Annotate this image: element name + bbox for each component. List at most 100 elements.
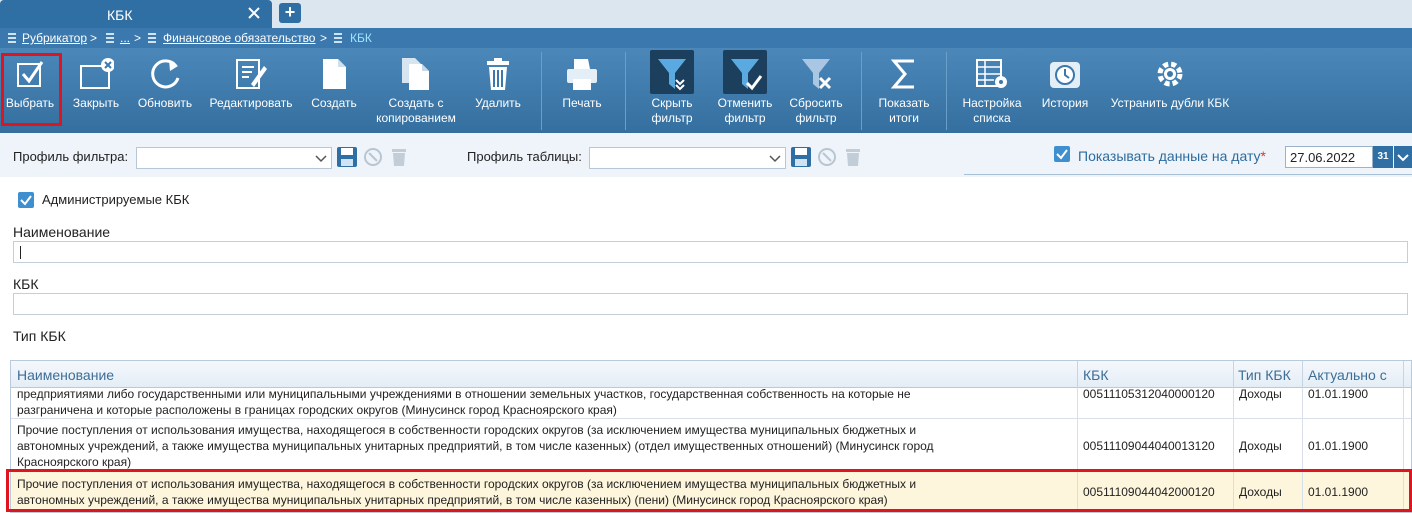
table-header: Наименование КБК Тип КБК Актуально с (11, 361, 1411, 388)
toolbar: Выбрать Закрыть Обновить Редактировать С… (0, 48, 1412, 133)
trash-icon[interactable] (842, 146, 864, 168)
edit-label: Редактировать (209, 96, 293, 110)
column-divider[interactable] (1077, 361, 1078, 388)
save-icon[interactable] (336, 146, 358, 168)
create-label: Создать (311, 96, 357, 110)
calendar-icon[interactable]: 31 (1373, 146, 1393, 168)
cell-type: Доходы (1239, 389, 1282, 401)
toolbar-divider (625, 52, 626, 130)
printer-icon (567, 59, 597, 90)
list-icon (148, 33, 156, 43)
show-on-date-text: Показывать данные на дату (1078, 148, 1261, 164)
delete-button[interactable]: Удалить (468, 48, 528, 133)
history-button[interactable]: История (1034, 48, 1096, 133)
column-divider[interactable] (1302, 361, 1303, 388)
edit-icon (236, 59, 267, 89)
cancel-filter-button[interactable]: Отменить фильтр (712, 48, 778, 133)
create-copy-button[interactable]: Создать с копированием (370, 48, 462, 133)
add-tab-button[interactable]: + (279, 3, 301, 23)
list-icon (334, 33, 342, 43)
hide-filter-button[interactable]: Скрыть фильтр (640, 48, 704, 133)
tab-bar: КБК + (0, 0, 1412, 28)
hide-filter-label: Скрыть фильтр (640, 96, 704, 126)
cell-date: 01.01.1900 (1308, 389, 1369, 401)
table-row[interactable]: Прочие поступления от использования имущ… (11, 420, 1411, 470)
refresh-icon (151, 59, 180, 89)
breadcrumb-item-ellipsis[interactable]: ... (120, 31, 130, 45)
administered-kbk-label: Администрируемые КБК (42, 192, 190, 207)
tab-kbk[interactable]: КБК (0, 0, 272, 28)
breadcrumb-item-fin-obligation[interactable]: Финансовое обязательство (163, 31, 315, 45)
filter-apply-icon (731, 59, 763, 91)
breadcrumb-separator: > (90, 31, 98, 45)
hide-filter-line2: фильтр (651, 111, 693, 125)
name-field[interactable] (13, 241, 1408, 263)
restore-icon[interactable] (816, 146, 838, 168)
create-copy-line1: Создать с (388, 96, 444, 110)
refresh-label: Обновить (137, 96, 193, 110)
kbk-field[interactable] (13, 293, 1408, 315)
show-on-date-label: Показывать данные на дату* (1078, 148, 1266, 164)
list-settings-button[interactable]: Настройка списка (956, 48, 1028, 133)
cell-name-line: автономных учреждений, а также имущества… (17, 439, 934, 453)
close-window-icon (80, 58, 114, 89)
close-icon[interactable] (246, 5, 262, 21)
column-header-name[interactable]: Наименование (17, 367, 114, 383)
cell-name: предприятиями либо государственными или … (11, 389, 1077, 417)
selected-row-highlight-frame (6, 469, 1412, 512)
cell-name-line: Красноярского края) (17, 455, 132, 469)
edit-button[interactable]: Редактировать (204, 48, 298, 133)
breadcrumb-item-rubricator[interactable]: Рубрикатор (22, 31, 87, 45)
column-header-actual-from[interactable]: Актуально с (1308, 367, 1387, 383)
filter-hide-icon (658, 59, 686, 91)
refresh-button[interactable]: Обновить (132, 48, 198, 133)
kbk-field-label: КБК (13, 276, 39, 292)
restore-icon[interactable] (362, 146, 384, 168)
save-icon[interactable] (790, 146, 812, 168)
kbk-type-field-label: Тип КБК (13, 328, 66, 344)
check-icon (20, 195, 32, 206)
dedupe-kbk-label: Устранить дубли КБК (1110, 96, 1230, 110)
table-profile-select[interactable] (589, 147, 786, 169)
close-button[interactable]: Закрыть (66, 48, 126, 133)
reset-filter-line2: фильтр (795, 111, 837, 125)
filter-profile-label: Профиль фильтра: (13, 149, 129, 164)
chevron-down-icon (769, 155, 781, 163)
table-row[interactable]: предприятиями либо государственными или … (11, 389, 1411, 419)
trash-icon (487, 58, 509, 90)
chevron-down-icon (315, 155, 327, 163)
name-field-label: Наименование (13, 224, 111, 240)
filter-profile-select[interactable] (136, 147, 332, 169)
table-settings-icon (976, 59, 1007, 88)
print-label: Печать (562, 96, 602, 110)
column-header-type[interactable]: Тип КБК (1238, 367, 1291, 383)
cancel-filter-label: Отменить фильтр (712, 96, 778, 126)
show-on-date-checkbox[interactable] (1054, 146, 1070, 162)
reset-filter-button[interactable]: Сбросить фильтр (784, 48, 848, 133)
trash-icon[interactable] (388, 146, 410, 168)
list-icon (8, 33, 16, 43)
close-label: Закрыть (72, 96, 120, 110)
filter-reset-icon (802, 59, 832, 90)
tab-title: КБК (107, 7, 133, 23)
column-header-kbk[interactable]: КБК (1083, 367, 1109, 383)
list-settings-line1: Настройка (962, 96, 1022, 110)
chevron-down-icon[interactable] (1394, 146, 1412, 168)
show-totals-label: Показать итоги (872, 96, 936, 126)
column-divider[interactable] (1403, 361, 1404, 388)
show-totals-button[interactable]: Показать итоги (872, 48, 936, 133)
list-icon (106, 33, 114, 43)
copy-document-icon (402, 58, 429, 90)
breadcrumb-current: КБК (350, 31, 372, 45)
date-input[interactable]: 27.06.2022 (1285, 146, 1373, 168)
dedupe-kbk-button[interactable]: Устранить дубли КБК (1104, 48, 1236, 133)
history-icon (1050, 62, 1080, 88)
create-button[interactable]: Создать (304, 48, 364, 133)
reset-filter-label: Сбросить фильтр (784, 96, 848, 126)
print-button[interactable]: Печать (552, 48, 612, 133)
show-totals-line1: Показать (878, 96, 930, 110)
administered-kbk-checkbox[interactable] (18, 192, 34, 208)
toolbar-divider (541, 52, 542, 130)
delete-label: Удалить (475, 96, 521, 110)
column-divider[interactable] (1233, 361, 1234, 388)
